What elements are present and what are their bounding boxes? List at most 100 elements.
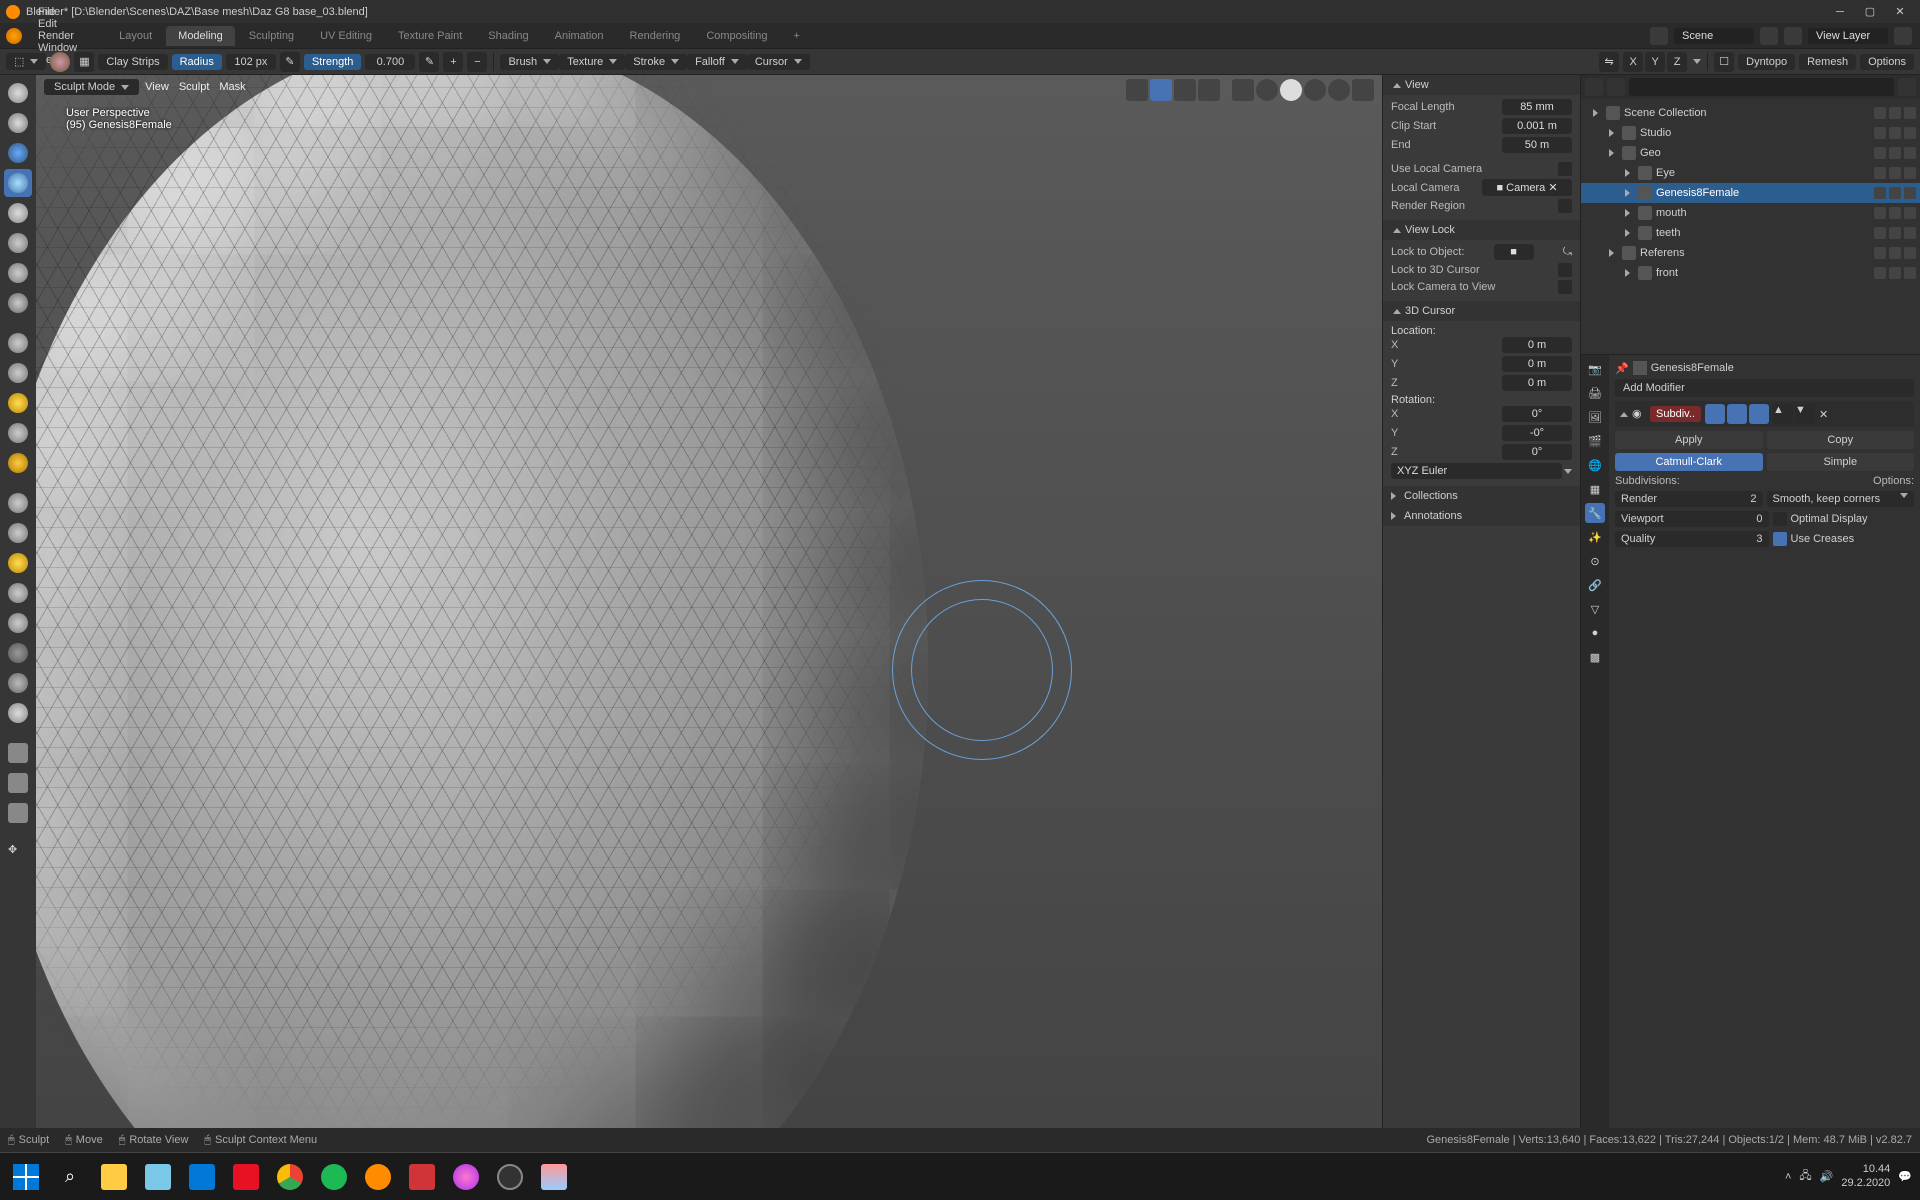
strength-field[interactable]: 0.700 — [365, 54, 415, 70]
obs-icon[interactable] — [488, 1155, 532, 1199]
viewlayer-new-icon[interactable] — [1894, 27, 1912, 45]
tab-animation[interactable]: Animation — [543, 26, 616, 46]
mirror-x[interactable]: X — [1623, 52, 1643, 72]
hide-icon[interactable] — [1889, 127, 1901, 139]
lock-object-field[interactable]: ■ — [1494, 244, 1534, 260]
brush-browse-icon[interactable]: ▦ — [74, 52, 94, 72]
render-region-check[interactable] — [1558, 199, 1572, 213]
tab-modeling[interactable]: Modeling — [166, 26, 235, 46]
mirror-z[interactable]: Z — [1667, 52, 1687, 72]
chrome-icon[interactable] — [268, 1155, 312, 1199]
prop-tab-data[interactable]: ▽ — [1585, 599, 1605, 619]
overlay-dd-icon[interactable] — [1198, 79, 1220, 101]
hide-icon[interactable] — [1889, 167, 1901, 179]
apply-button[interactable]: Apply — [1615, 431, 1763, 449]
annotations-header[interactable]: Annotations — [1383, 506, 1580, 526]
tool-fill[interactable] — [4, 389, 32, 417]
disable-icon[interactable] — [1904, 227, 1916, 239]
pin-icon[interactable]: 📌 — [1615, 362, 1629, 375]
outliner-item[interactable]: mouth — [1581, 203, 1920, 223]
radius-pressure-icon[interactable]: ✎ — [280, 52, 300, 72]
prop-tab-world[interactable]: 🌐 — [1585, 455, 1605, 475]
lock-cursor-check[interactable] — [1558, 263, 1572, 277]
remesh-menu[interactable]: Remesh — [1799, 54, 1856, 70]
tab-shading[interactable]: Shading — [476, 26, 540, 46]
hide-icon[interactable] — [1889, 267, 1901, 279]
simple-button[interactable]: Simple — [1767, 453, 1915, 471]
disable-icon[interactable] — [1904, 167, 1916, 179]
focal-field[interactable]: 85 mm — [1502, 99, 1572, 115]
tool-blob[interactable] — [4, 259, 32, 287]
prop-tab-object[interactable]: ▦ — [1585, 479, 1605, 499]
outliner-item[interactable]: Eye — [1581, 163, 1920, 183]
hide-icon[interactable] — [1889, 107, 1901, 119]
disable-icon[interactable] — [1904, 247, 1916, 259]
scene-new-icon[interactable] — [1760, 27, 1778, 45]
cursor-rx[interactable]: 0° — [1502, 406, 1572, 422]
outliner-item[interactable]: Studio — [1581, 123, 1920, 143]
close-button[interactable]: ✕ — [1886, 1, 1914, 23]
uv-smooth-dropdown[interactable]: Smooth, keep corners — [1767, 491, 1915, 507]
tab-texture-paint[interactable]: Texture Paint — [386, 26, 474, 46]
viewlock-header[interactable]: View Lock — [1383, 220, 1580, 240]
toolhdr-stroke[interactable]: Stroke — [625, 54, 687, 70]
lock-camera-check[interactable] — [1558, 280, 1572, 294]
vp-menu-sculpt[interactable]: Sculpt — [179, 81, 210, 93]
viewport-3d[interactable]: Sculpt Mode ViewSculptMask User Perspect… — [36, 75, 1382, 1128]
catmull-button[interactable]: Catmull-Clark — [1615, 453, 1763, 471]
blender-taskbar-icon[interactable] — [356, 1155, 400, 1199]
expand-icon[interactable] — [1625, 229, 1630, 237]
prop-tab-viewlayer[interactable]: 🖼 — [1585, 407, 1605, 427]
prop-tab-constraints[interactable]: 🔗 — [1585, 575, 1605, 595]
tool-simplify[interactable] — [4, 769, 32, 797]
menu-file[interactable]: File — [28, 6, 87, 18]
mode-selector[interactable]: Sculpt Mode — [44, 79, 139, 95]
exclude-icon[interactable] — [1874, 247, 1886, 259]
optimal-display-check[interactable] — [1773, 512, 1787, 526]
tool-inflate[interactable] — [4, 229, 32, 257]
vp-menu-mask[interactable]: Mask — [219, 81, 245, 93]
tool-layer[interactable] — [4, 199, 32, 227]
outliner-item[interactable]: front — [1581, 263, 1920, 283]
exclude-icon[interactable] — [1874, 227, 1886, 239]
xray-icon[interactable] — [1232, 79, 1254, 101]
expand-icon[interactable] — [1609, 249, 1614, 257]
exclude-icon[interactable] — [1874, 147, 1886, 159]
tool-draw[interactable] — [4, 79, 32, 107]
shading-wire-icon[interactable] — [1256, 79, 1278, 101]
direction-add-icon[interactable]: + — [443, 52, 463, 72]
disable-icon[interactable] — [1904, 147, 1916, 159]
cursor-z[interactable]: 0 m — [1502, 375, 1572, 391]
prop-tab-material[interactable]: ● — [1585, 623, 1605, 643]
hide-icon[interactable] — [1889, 187, 1901, 199]
tool-snake-hook[interactable] — [4, 579, 32, 607]
tray-network-icon[interactable]: 🖧 — [1799, 1167, 1811, 1186]
expand-icon[interactable] — [1625, 189, 1630, 197]
direction-sub-icon[interactable]: − — [467, 52, 487, 72]
tool-thumb[interactable] — [4, 609, 32, 637]
mod-move-up-icon[interactable]: ▲ — [1773, 404, 1793, 424]
hide-icon[interactable] — [1889, 247, 1901, 259]
brush-preview-icon[interactable] — [50, 52, 70, 72]
blender-icon[interactable] — [6, 28, 22, 44]
tray-up-icon[interactable]: ˄ — [1785, 1171, 1791, 1183]
shading-matcap-icon[interactable] — [1304, 79, 1326, 101]
add-modifier-dropdown[interactable]: Add Modifier — [1615, 379, 1914, 397]
exclude-icon[interactable] — [1874, 107, 1886, 119]
disable-icon[interactable] — [1904, 107, 1916, 119]
tab-sculpting[interactable]: Sculpting — [237, 26, 306, 46]
tool-crease[interactable] — [4, 289, 32, 317]
local-camera-check[interactable] — [1558, 162, 1572, 176]
minimize-button[interactable]: ─ — [1826, 1, 1854, 23]
dyntopo-menu[interactable]: Dyntopo — [1738, 54, 1795, 70]
toolhdr-texture[interactable]: Texture — [559, 54, 625, 70]
rotation-mode[interactable]: XYZ Euler — [1391, 463, 1562, 479]
exclude-icon[interactable] — [1874, 127, 1886, 139]
disable-icon[interactable] — [1904, 267, 1916, 279]
paint-icon[interactable] — [532, 1155, 576, 1199]
app-red2-icon[interactable] — [400, 1155, 444, 1199]
disable-icon[interactable] — [1904, 187, 1916, 199]
brush-name[interactable]: Clay Strips — [98, 54, 167, 70]
tool-clay-strips[interactable] — [4, 169, 32, 197]
exclude-icon[interactable] — [1874, 207, 1886, 219]
